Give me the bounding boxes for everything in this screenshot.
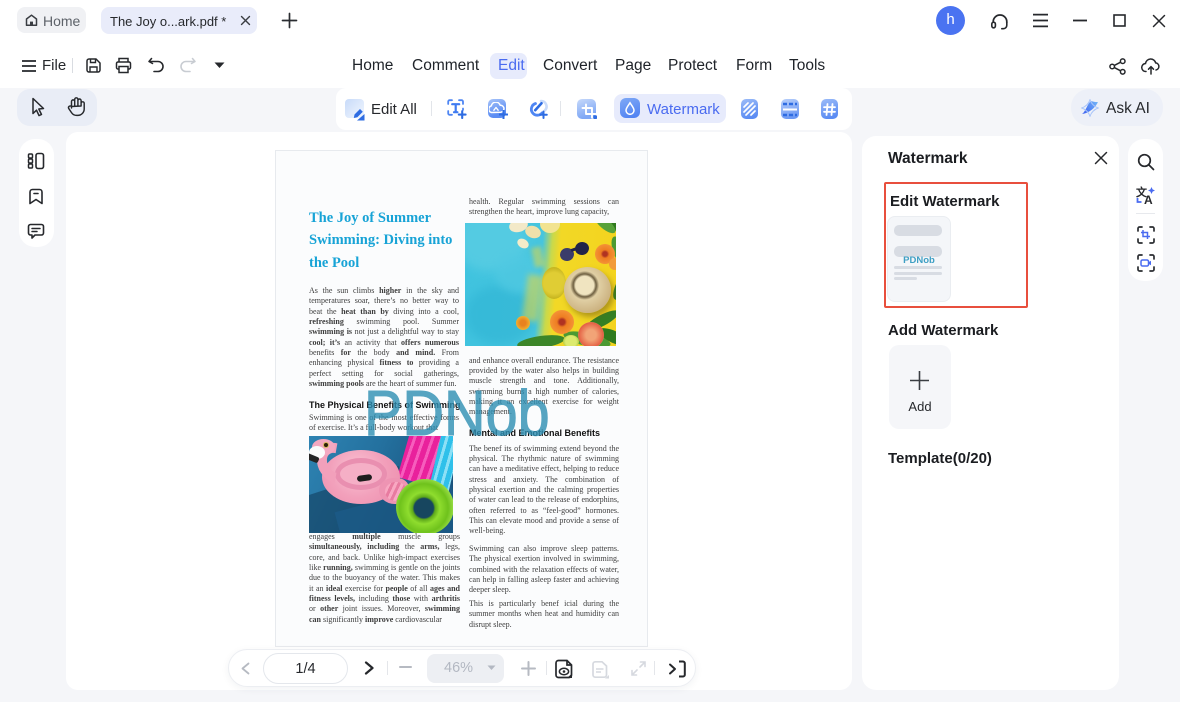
svg-text:A: A	[1144, 193, 1153, 206]
